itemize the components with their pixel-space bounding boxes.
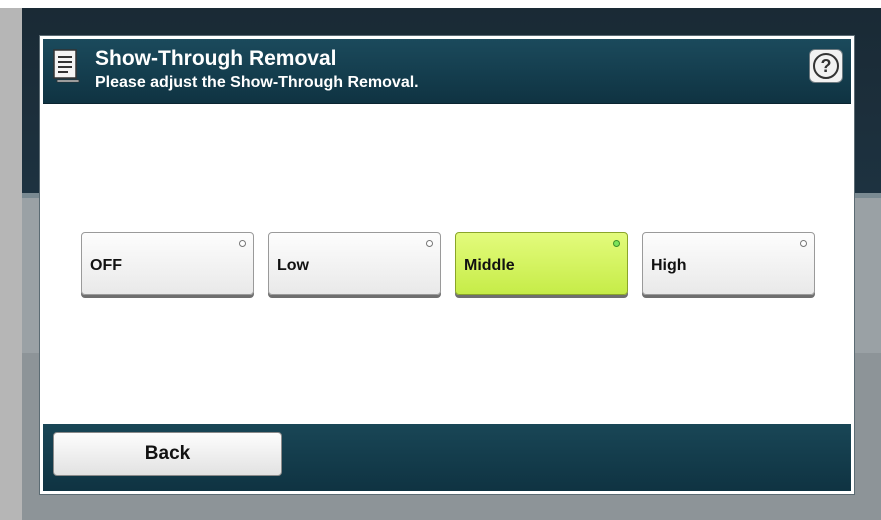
option-label: Low <box>277 257 309 274</box>
panel-edge <box>0 8 22 520</box>
radio-indicator-icon <box>426 240 433 247</box>
option-label: OFF <box>90 257 122 274</box>
radio-indicator-icon <box>613 240 620 247</box>
dialog-title: Show-Through Removal <box>95 47 337 70</box>
question-mark-icon: ? <box>813 53 839 79</box>
document-icon <box>53 49 80 83</box>
show-through-removal-dialog: Show-Through Removal Please adjust the S… <box>40 36 854 494</box>
option-label: High <box>651 257 687 274</box>
radio-indicator-icon <box>800 240 807 247</box>
help-button[interactable]: ? <box>809 49 843 83</box>
footer-bar: Back <box>43 424 851 491</box>
back-button[interactable]: Back <box>53 432 282 476</box>
option-middle-button[interactable]: Middle <box>455 232 628 295</box>
dialog-subtitle: Please adjust the Show-Through Removal. <box>95 74 419 91</box>
option-label: Middle <box>464 257 515 274</box>
option-low-button[interactable]: Low <box>268 232 441 295</box>
options-area: OFF Low Middle High <box>43 104 851 429</box>
option-high-button[interactable]: High <box>642 232 815 295</box>
title-bar: Show-Through Removal Please adjust the S… <box>43 39 851 104</box>
option-off-button[interactable]: OFF <box>81 232 254 295</box>
radio-indicator-icon <box>239 240 246 247</box>
